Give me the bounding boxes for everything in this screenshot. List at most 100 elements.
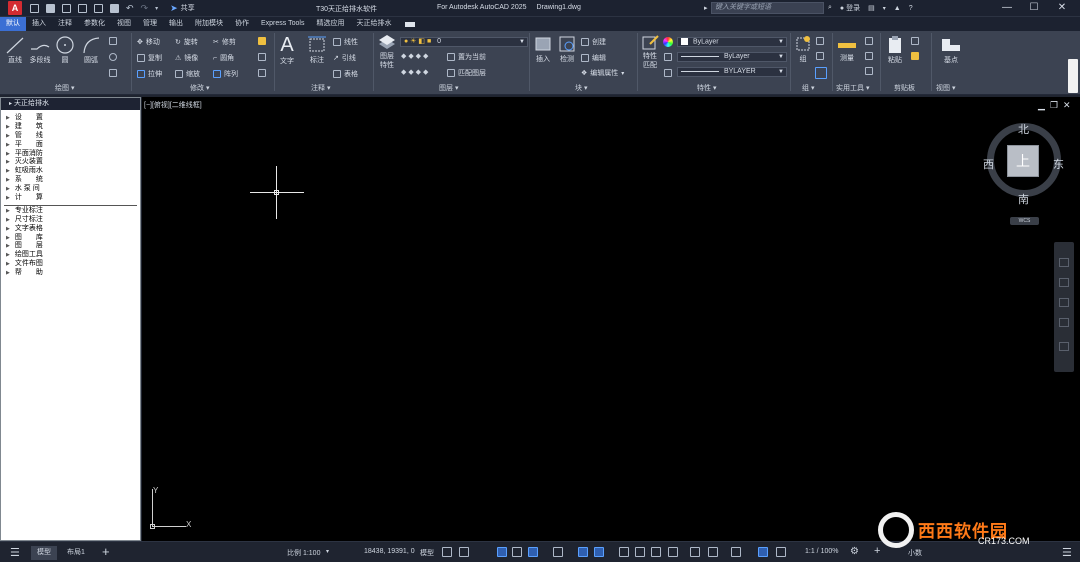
panel-title-modify[interactable]: 修改 ▾	[190, 83, 209, 93]
viewcube-top-face[interactable]: 上	[1007, 145, 1039, 177]
viewport-controls[interactable]: [−][俯视][二维线框]	[144, 100, 202, 110]
grid-icon[interactable]	[442, 547, 452, 557]
search-input[interactable]: 键入关键字或短语	[711, 2, 824, 14]
login-button[interactable]: ● 登录	[840, 3, 860, 13]
ribbon-minimize-toggle[interactable]	[405, 21, 416, 27]
wcs-menu[interactable]: WCS	[1010, 217, 1039, 225]
copy-clip-icon[interactable]	[911, 52, 919, 60]
viewcube-east[interactable]: 东	[1053, 156, 1064, 172]
customize-status-icon[interactable]: ☰	[1062, 546, 1072, 559]
selection-cycling-icon[interactable]	[635, 547, 645, 557]
close-viewport-icon[interactable]: ✕	[1063, 100, 1071, 111]
group-select-icon[interactable]	[815, 67, 827, 79]
offset-icon[interactable]	[258, 69, 266, 77]
menu-system[interactable]: ▶ 系 统	[1, 176, 140, 185]
close-button[interactable]: ✕	[1055, 1, 1069, 15]
minimize-button[interactable]: —	[1000, 1, 1014, 15]
search-expand-icon[interactable]: ▸	[704, 4, 708, 12]
menu-calculation[interactable]: ▶ 计 算	[1, 194, 140, 203]
ortho-icon[interactable]	[497, 547, 507, 557]
side-panel-tab[interactable]	[1068, 59, 1078, 93]
pan-icon[interactable]	[1059, 278, 1069, 287]
match-properties-tool[interactable]: 特性 匹配	[640, 34, 660, 70]
open-icon[interactable]	[46, 3, 55, 13]
redo-icon[interactable]: ↷	[141, 3, 149, 14]
copy-tool[interactable]: 复制	[137, 53, 162, 63]
lineweight-toggle-icon[interactable]	[594, 547, 604, 557]
fillet-tool[interactable]: ⌐ 圆角	[213, 53, 234, 63]
auto-scale-icon[interactable]	[758, 547, 768, 557]
panel-title-layers[interactable]: 图层 ▾	[439, 83, 458, 93]
menu-text-table[interactable]: ▶ 文字表格	[1, 225, 140, 234]
mirror-tool[interactable]: ⚠ 镜像	[175, 53, 198, 63]
3d-osnap-icon[interactable]	[651, 547, 661, 557]
tab-output[interactable]: 输出	[163, 17, 189, 31]
circle-tool[interactable]: 圆	[55, 35, 75, 65]
share-button[interactable]: ➤ 共享	[170, 3, 195, 14]
viewcube-west[interactable]: 西	[983, 156, 994, 172]
gradient-icon[interactable]	[109, 69, 117, 77]
menu-help[interactable]: ▶ 帮 助	[1, 269, 140, 278]
panel-title-draw[interactable]: 绘图 ▾	[55, 83, 74, 93]
restore-viewport-icon[interactable]: ❐	[1050, 100, 1058, 111]
edit-block-tool[interactable]: 编辑	[581, 53, 606, 63]
app-menu-button[interactable]: A	[8, 1, 22, 15]
tab-express-tools[interactable]: Express Tools	[255, 17, 310, 31]
save-icon[interactable]	[62, 3, 71, 13]
undo-icon[interactable]: ↶	[126, 3, 134, 14]
customize-qat-icon[interactable]: ▾	[155, 5, 158, 12]
layer-properties-tool[interactable]: 图层 特性	[377, 34, 397, 70]
menu-settings[interactable]: ▶ 设 置	[1, 114, 140, 123]
object-snap-icon[interactable]	[578, 547, 588, 557]
leader-tool[interactable]: ↗ 引线	[333, 53, 356, 63]
menu-draw-tools[interactable]: ▶ 绘图工具	[1, 251, 140, 260]
object-snap-tracking-icon[interactable]	[553, 547, 563, 557]
signin-dropdown-icon[interactable]: ▾	[883, 5, 886, 12]
measure-tool[interactable]: 测量	[837, 37, 857, 63]
arc-tool[interactable]: 圆弧	[81, 35, 101, 65]
panel-title-properties[interactable]: 特性 ▾	[697, 83, 716, 93]
transparency-icon[interactable]	[619, 547, 629, 557]
rectangle-icon[interactable]	[109, 37, 117, 45]
insert-block-tool[interactable]: 插入	[533, 34, 553, 64]
erase-icon[interactable]	[258, 37, 266, 45]
explode-icon[interactable]	[258, 53, 266, 61]
layer-tools-icons[interactable]: ◆ ◆ ◆ ◆	[401, 52, 428, 60]
annotation-scale-icon[interactable]	[776, 547, 786, 557]
menu-architecture[interactable]: ▶ 建 筑	[1, 123, 140, 132]
point-icon[interactable]	[865, 67, 873, 75]
tab-parametric[interactable]: 参数化	[78, 17, 111, 31]
menu-plan[interactable]: ▶ 平 面	[1, 141, 140, 150]
tab-view[interactable]: 视图	[111, 17, 137, 31]
menu-prof-annotation[interactable]: ▶ 专业标注	[1, 207, 140, 216]
dimension-tool[interactable]: 标注	[306, 35, 328, 65]
panel-title-utilities[interactable]: 实用工具 ▾	[836, 83, 869, 93]
menu-dim-annotation[interactable]: ▶ 尺寸标注	[1, 216, 140, 225]
panel-title-annotation[interactable]: 注释 ▾	[311, 83, 330, 93]
color-dropdown[interactable]: ByLayer ▼	[677, 37, 787, 47]
panel-title-view[interactable]: 视图 ▾	[936, 83, 955, 93]
tab-layout1[interactable]: 布局1	[61, 546, 91, 560]
tab-insert[interactable]: 插入	[26, 17, 52, 31]
create-block-tool[interactable]: 创建	[581, 37, 606, 47]
trim-tool[interactable]: ✂ 修剪	[213, 37, 236, 47]
annotation-visibility-icon[interactable]	[731, 547, 741, 557]
model-space-toggle[interactable]: 模型	[420, 548, 434, 558]
tab-manage[interactable]: 管理	[137, 17, 163, 31]
help-icon[interactable]: ?	[909, 5, 913, 12]
move-tool[interactable]: ✥ 移动	[137, 37, 160, 47]
dynamic-ucs-icon[interactable]	[668, 547, 678, 557]
palette-header[interactable]: ▸ 天正给排水	[1, 98, 140, 110]
viewcube-south[interactable]: 南	[1018, 191, 1029, 207]
search-icon[interactable]: ⌕	[828, 4, 832, 12]
settings-icon[interactable]: ⚙	[850, 546, 859, 557]
units-readout[interactable]: 小数	[908, 548, 922, 558]
snap-icon[interactable]	[459, 547, 469, 557]
set-current-layer-tool[interactable]: 置为当前	[447, 52, 486, 62]
tab-default[interactable]: 默认	[0, 17, 26, 31]
gizmo-icon[interactable]	[708, 547, 718, 557]
panel-title-groups[interactable]: 组 ▾	[802, 83, 814, 93]
group-tool[interactable]: 组	[794, 34, 812, 64]
menu-icon[interactable]: ☰	[10, 546, 20, 559]
tab-featured-apps[interactable]: 精选应用	[310, 17, 350, 31]
